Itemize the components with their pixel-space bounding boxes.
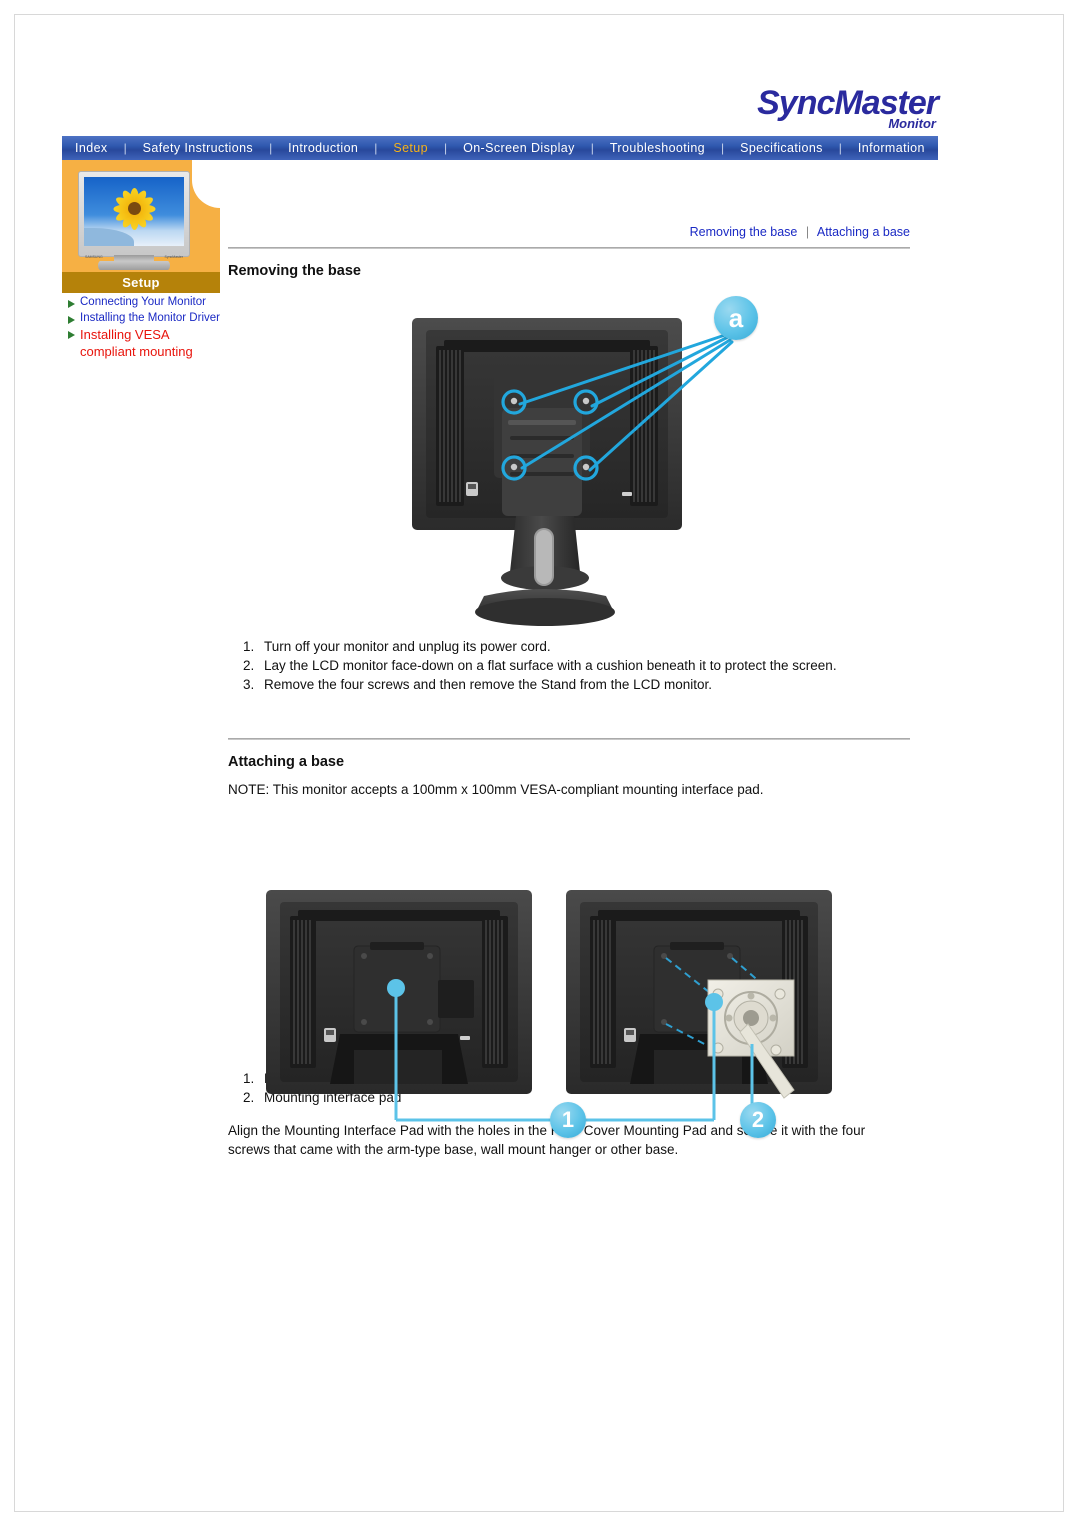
heading-removing-the-base: Removing the base: [228, 263, 361, 279]
monitor-rear-with-stand-illustration: [412, 318, 734, 626]
main-navigation: Index | Safety Instructions | Introducti…: [62, 136, 938, 160]
nav-separator: |: [443, 141, 448, 155]
link-removing-the-base[interactable]: Removing the base: [690, 225, 798, 239]
flower-center: [127, 202, 141, 216]
figure-removing-the-base: a: [398, 296, 798, 644]
nav-item-information[interactable]: Information: [851, 141, 932, 155]
sidebar-item-label: Installing VESA compliant mounting: [80, 327, 193, 359]
nav-separator: |: [374, 141, 378, 155]
sidebar-item-connecting-your-monitor[interactable]: Connecting Your Monitor: [62, 295, 227, 310]
callout-badge-1: 1: [550, 1102, 586, 1138]
heading-attaching-a-base: Attaching a base: [228, 754, 345, 770]
step-item: Lay the LCD monitor face-down on a flat …: [258, 656, 910, 675]
triangle-bullet-icon: [68, 331, 75, 339]
sidebar-item-label: Installing the Monitor Driver: [80, 311, 220, 324]
divider-top: [228, 247, 910, 249]
sidebar-menu: Connecting Your Monitor Installing the M…: [62, 295, 227, 361]
nav-item-index[interactable]: Index: [68, 141, 115, 155]
nav-separator: |: [123, 141, 127, 155]
nav-item-specifications[interactable]: Specifications: [733, 141, 830, 155]
divider-middle: [228, 738, 910, 740]
removing-the-base-steps: Turn off your monitor and unplug its pow…: [228, 637, 910, 694]
sidebar-corner-notch: [192, 160, 222, 208]
triangle-bullet-icon: [68, 315, 75, 324]
link-separator: |: [805, 225, 810, 239]
nav-item-setup[interactable]: Setup: [386, 141, 435, 155]
triangle-bullet-icon: [68, 300, 75, 308]
nav-item-introduction[interactable]: Introduction: [281, 141, 365, 155]
callout-badge-2: 2: [740, 1102, 776, 1138]
thumbnail-model-text: SyncMaster: [164, 255, 183, 259]
section-links: Removing the base | Attaching a base: [228, 225, 910, 247]
monitor-screen: [84, 177, 184, 246]
nav-item-safety-instructions[interactable]: Safety Instructions: [136, 141, 260, 155]
callout-badge-a: a: [714, 296, 758, 340]
nav-item-on-screen-display[interactable]: On-Screen Display: [456, 141, 582, 155]
nav-separator: |: [721, 141, 725, 155]
nav-separator: |: [269, 141, 273, 155]
sidebar-item-installing-vesa-compliant-mounting[interactable]: Installing VESA compliant mounting: [62, 326, 227, 360]
sunflower-icon: [110, 185, 158, 233]
vesa-note: NOTE: This monitor accepts a 100mm x 100…: [228, 782, 764, 797]
sidebar-item-label: Connecting Your Monitor: [80, 296, 206, 308]
figure-attaching-a-base: 1 2: [262, 884, 862, 1144]
nav-separator: |: [838, 141, 842, 155]
sidebar-item-installing-the-monitor-driver[interactable]: Installing the Monitor Driver: [62, 311, 227, 326]
thumbnail-brand-text: SAMSUNG: [85, 255, 103, 259]
syncmaster-logo: SyncMaster Monitor: [757, 84, 939, 130]
monitor-foot: [98, 261, 170, 270]
nav-separator: |: [590, 141, 594, 155]
nav-item-troubleshooting[interactable]: Troubleshooting: [603, 141, 712, 155]
sidebar-section-title: Setup: [62, 272, 220, 293]
monitor-thumbnail-image: SAMSUNG SyncMaster: [78, 171, 190, 271]
step-item: Remove the four screws and then remove t…: [258, 675, 910, 694]
monitor-bezel: [78, 171, 190, 257]
brand-name: SyncMaster: [757, 84, 939, 122]
link-attaching-a-base[interactable]: Attaching a base: [817, 225, 910, 239]
